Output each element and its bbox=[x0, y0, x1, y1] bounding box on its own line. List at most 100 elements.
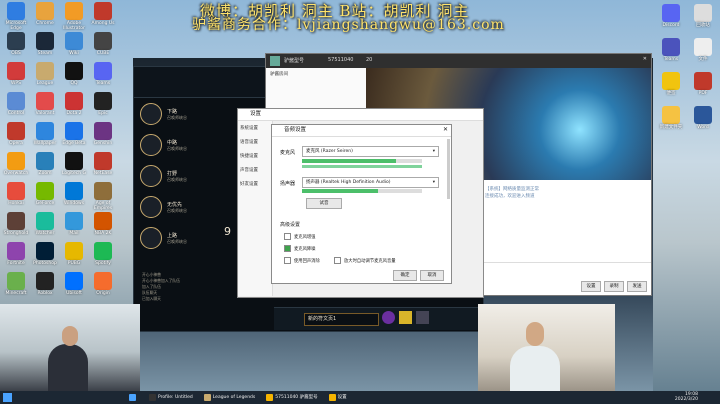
test-audio-button[interactable]: 试音 bbox=[306, 198, 342, 209]
desktop-icon[interactable]: Windows bbox=[59, 182, 89, 206]
close-icon[interactable]: ✕ bbox=[443, 126, 448, 133]
desktop-icon[interactable]: Mail bbox=[59, 212, 89, 236]
desktop-icon[interactable]: Adobe Illustrator bbox=[59, 2, 89, 31]
mic-device-select[interactable]: 麦克风 (Razer Seiren) ▾ bbox=[302, 146, 439, 157]
position-icon bbox=[140, 196, 162, 218]
desktop-icon[interactable]: Dota 2 bbox=[59, 92, 89, 116]
rune-icon[interactable] bbox=[382, 311, 395, 324]
app-icon bbox=[36, 152, 54, 170]
audio-option[interactable]: 使用回声消除 bbox=[284, 257, 320, 264]
ok-button[interactable]: 确定 bbox=[393, 270, 417, 281]
desktop-icon[interactable]: Steam bbox=[30, 32, 60, 56]
desktop-icon[interactable]: Chrome bbox=[30, 2, 60, 26]
scrollbar[interactable] bbox=[447, 139, 450, 199]
yy-chat-input[interactable] bbox=[481, 262, 651, 277]
desktop-icon[interactable]: Discord bbox=[656, 4, 686, 28]
desktop-icon[interactable]: Genshin bbox=[88, 122, 118, 146]
lol-position-item[interactable]: 上路 召唤师峡谷 bbox=[140, 225, 230, 251]
yy-action-button[interactable]: 录制 bbox=[604, 281, 624, 292]
desktop-icon[interactable]: Zoom bbox=[30, 152, 60, 176]
desktop-icon[interactable]: Honkai bbox=[1, 182, 31, 206]
taskbar-item[interactable]: 57511040 驴酱型号 bbox=[262, 392, 321, 403]
desktop-icon[interactable]: Minecraft bbox=[1, 272, 31, 296]
taskbar-item[interactable] bbox=[125, 392, 142, 403]
spell-flash-icon[interactable] bbox=[399, 311, 412, 324]
lol-position-item[interactable]: 中路 召唤师峡谷 bbox=[140, 132, 230, 158]
desktop-icon[interactable]: 文件 bbox=[688, 38, 718, 62]
checkbox[interactable] bbox=[334, 257, 341, 264]
settings-nav-item[interactable]: 快捷设置 bbox=[238, 149, 272, 163]
desktop-icon-label: CUBE bbox=[96, 51, 110, 56]
desktop-icon[interactable]: 新建文件夹 bbox=[656, 106, 686, 130]
desktop-icon[interactable]: Teams bbox=[88, 62, 118, 86]
settings-nav-item[interactable]: 声音设置 bbox=[238, 163, 272, 177]
audio-option[interactable]: 麦克风降噪 bbox=[284, 245, 315, 252]
desktop-icon[interactable]: Teams bbox=[656, 38, 686, 62]
mic-volume-slider[interactable] bbox=[302, 165, 422, 168]
audio-option[interactable]: 麦克风增强 bbox=[284, 233, 315, 240]
desktop-icon[interactable]: Roblox bbox=[30, 272, 60, 296]
desktop-icon[interactable]: 回收站 bbox=[688, 4, 718, 28]
desktop-icon[interactable]: NBA 2K bbox=[88, 212, 118, 236]
desktop-icon[interactable]: PUBG bbox=[59, 242, 89, 266]
desktop-icon[interactable]: GeForce bbox=[30, 182, 60, 206]
taskbar-item[interactable]: League of Legends bbox=[200, 392, 260, 403]
lol-position-item[interactable]: 打野 召唤师峡谷 bbox=[140, 163, 230, 189]
desktop-icon[interactable]: Wallpaper bbox=[30, 122, 60, 146]
desktop-icon[interactable]: Age of Empires bbox=[88, 182, 118, 211]
desktop-icon[interactable]: Opera bbox=[1, 122, 31, 146]
desktop-icon[interactable]: Valorant bbox=[30, 92, 60, 116]
settings-nav-item[interactable]: 好友设置 bbox=[238, 177, 272, 191]
desktop-icon[interactable]: CUBE bbox=[88, 32, 118, 56]
desktop-icon[interactable]: Spotify bbox=[88, 242, 118, 266]
desktop-icon[interactable]: Logitech G bbox=[59, 152, 89, 176]
desktop-icon-label: Minecraft bbox=[5, 291, 27, 296]
desktop-icon[interactable]: Stronghold bbox=[1, 212, 31, 236]
desktop-icon[interactable]: Ubisoft bbox=[59, 272, 89, 296]
position-title: 无优先 bbox=[167, 201, 183, 208]
settings-nav-item[interactable]: 系统设置 bbox=[238, 121, 272, 135]
desktop-icon[interactable]: Microsoft Edge bbox=[1, 2, 31, 31]
desktop-icon[interactable]: Edge Beta bbox=[59, 122, 89, 146]
settings-nav-item[interactable]: 语音设置 bbox=[238, 135, 272, 149]
windows-start-icon[interactable] bbox=[3, 393, 12, 402]
checkbox[interactable] bbox=[284, 233, 291, 240]
desktop-icon[interactable]: Among Us bbox=[88, 2, 118, 26]
desktop-icon[interactable]: WPS bbox=[1, 62, 31, 86]
desktop-icon[interactable]: Overwatch bbox=[1, 152, 31, 176]
audio-option[interactable]: 放大时自动调节麦克风音量 bbox=[334, 257, 396, 264]
desktop-icon[interactable]: League bbox=[30, 62, 60, 86]
desktop-icon[interactable]: Control bbox=[1, 92, 31, 116]
desktop-icon[interactable]: Epic bbox=[88, 92, 118, 116]
desktop-icon[interactable]: OBS bbox=[1, 32, 31, 56]
lol-position-item[interactable]: 无优先 召唤师峡谷 bbox=[140, 194, 230, 220]
cancel-button[interactable]: 取消 bbox=[420, 270, 444, 281]
desktop-icon[interactable]: Watcher bbox=[30, 212, 60, 236]
rune-page-select[interactable]: 新的符文页1 bbox=[304, 313, 379, 326]
channel-item[interactable]: 驴酱房间 bbox=[266, 68, 366, 80]
spell-second-icon[interactable] bbox=[416, 311, 429, 324]
speaker-device-select[interactable]: 扬声器 (Realtek High Definition Audio) ▾ bbox=[302, 177, 439, 188]
desktop-icon[interactable]: Photoshop bbox=[30, 242, 60, 266]
taskbar-item[interactable]: 设置 bbox=[325, 392, 351, 403]
desktop-icon[interactable]: PDF bbox=[688, 72, 718, 96]
checkbox[interactable] bbox=[284, 257, 291, 264]
desktop-icon[interactable]: Fortnite bbox=[1, 242, 31, 266]
taskbar-item[interactable]: Profile: Untitled bbox=[145, 392, 197, 403]
audio-settings-dialog[interactable]: 音频设置 ✕ 麦克风 麦克风 (Razer Seiren) ▾ 扬声器 扬声器 (… bbox=[271, 124, 452, 284]
desktop-icon[interactable]: Word bbox=[688, 106, 718, 130]
desktop-icon[interactable]: Wiki bbox=[59, 32, 89, 56]
desktop-icon[interactable]: 便签 bbox=[656, 72, 686, 96]
checkbox[interactable] bbox=[284, 245, 291, 252]
close-icon[interactable]: ✕ bbox=[643, 56, 647, 62]
lol-position-item[interactable]: 下路 召唤师峡谷 bbox=[140, 101, 230, 127]
yy-action-button[interactable]: 设置 bbox=[581, 281, 601, 292]
desktop-icon[interactable]: QQ bbox=[59, 62, 89, 86]
system-clock[interactable]: 19:08 2022/3/20 bbox=[675, 392, 698, 402]
desktop-icon[interactable]: Origin bbox=[88, 272, 118, 296]
desktop-icon[interactable]: NetEase bbox=[88, 152, 118, 176]
avatar[interactable] bbox=[270, 56, 280, 66]
desktop-icon-label: Age of Empires bbox=[93, 201, 113, 211]
yy-action-button[interactable]: 发送 bbox=[627, 281, 647, 292]
lol-queue-count: 9 bbox=[224, 225, 231, 238]
